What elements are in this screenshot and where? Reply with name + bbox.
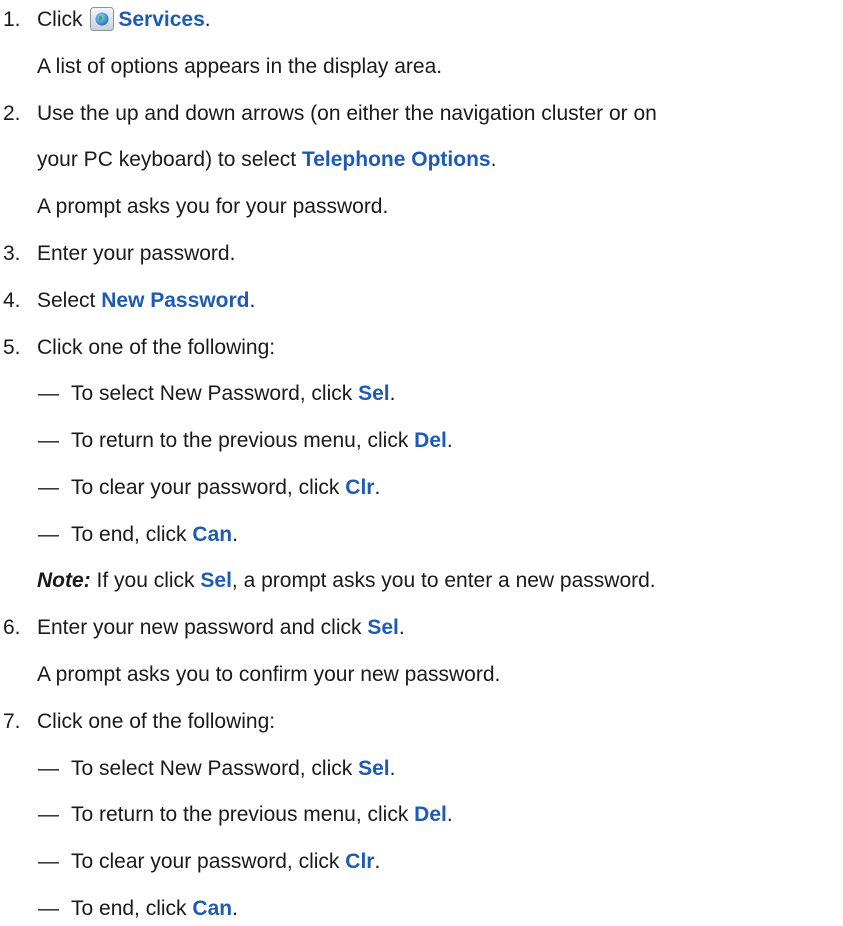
services-link[interactable]: Services [118,8,204,31]
option-text: To end, click [71,523,187,546]
step-4: 4. Select New Password. [0,288,843,314]
step-1: 1. Click Services. [0,7,843,33]
new-password-link[interactable]: New Password [101,289,249,312]
step-number: 4. [3,289,21,312]
step-7-option-3: — To clear your password, click Clr. [38,849,380,875]
option-text: To end, click [71,897,187,920]
del-link[interactable]: Del [414,803,447,826]
step-7-option-4: — To end, click Can. [38,896,238,922]
sel-link[interactable]: Sel [358,382,390,405]
punctuation: . [490,148,497,171]
clr-link[interactable]: Clr [345,850,374,873]
step-number: 6. [3,616,21,639]
bullet-dash: — [38,429,59,452]
option-text: To select New Password, click [71,757,353,780]
step-number: 2. [3,102,21,125]
sel-link[interactable]: Sel [367,616,399,639]
step-text: your PC keyboard) to select [37,148,297,171]
step-7: 7. Click one of the following: [0,709,843,735]
step-text: Enter your password. [37,242,236,265]
step-number: 7. [3,710,21,733]
sel-link[interactable]: Sel [200,569,232,592]
step-5-option-3: — To clear your password, click Clr. [38,475,380,501]
telephone-options-link[interactable]: Telephone Options [302,148,491,171]
bullet-dash: — [38,897,59,920]
punctuation: . [398,616,405,639]
note-text: If you click [96,569,195,592]
bullet-dash: — [38,803,59,826]
option-text: To clear your password, click [71,850,340,873]
step-2-line-2: your PC keyboard) to select Telephone Op… [37,147,496,173]
note-text-end: , a prompt asks you to enter a new passw… [231,569,656,592]
option-text: To return to the previous menu, click [71,803,409,826]
option-text: To return to the previous menu, click [71,429,409,452]
step-5-option-1: — To select New Password, click Sel. [38,381,395,407]
punctuation: . [446,803,453,826]
can-link[interactable]: Can [192,897,232,920]
globe-icon [90,7,115,31]
step-3: 3. Enter your password. [0,241,843,267]
step-7-option-2: — To return to the previous menu, click D… [38,802,453,828]
step-2-result: A prompt asks you for your password. [37,195,389,218]
sel-link[interactable]: Sel [358,757,390,780]
punctuation: . [232,523,238,546]
step-5-option-2: — To return to the previous menu, click D… [38,428,453,454]
bullet-dash: — [38,757,59,780]
bullet-dash: — [38,850,59,873]
punctuation: . [389,757,396,780]
punctuation: . [446,429,453,452]
step-5-option-4: — To end, click Can. [38,522,238,548]
del-link[interactable]: Del [414,429,447,452]
step-number: 5. [3,336,21,359]
note: Note: If you click Sel, a prompt asks yo… [37,568,656,594]
instruction-document: 1. Click Services. A list of options app… [0,0,843,926]
punctuation: . [374,476,381,499]
step-text: Enter your new password and click [37,616,362,639]
punctuation: . [249,289,256,312]
step-text: Use the up and down arrows (on either th… [37,102,657,125]
step-6-result: A prompt asks you to confirm your new pa… [37,663,501,686]
punctuation: . [389,382,396,405]
option-text: To select New Password, click [71,382,353,405]
step-7-option-1: — To select New Password, click Sel. [38,756,395,782]
bullet-dash: — [38,382,59,405]
clr-link[interactable]: Clr [345,476,374,499]
punctuation: . [232,897,238,920]
step-number: 3. [3,242,21,265]
step-1-result: A list of options appears in the display… [37,55,443,78]
can-link[interactable]: Can [192,523,232,546]
punctuation: . [374,850,381,873]
punctuation: . [204,8,211,31]
note-label: Note: [37,569,91,592]
bullet-dash: — [38,476,59,499]
step-text: Select [37,289,96,312]
option-text: To clear your password, click [71,476,340,499]
step-5: 5. Click one of the following: [0,335,843,361]
step-6: 6. Enter your new password and click Sel… [0,615,843,641]
step-text: Click one of the following: [37,336,276,359]
step-2: 2. Use the up and down arrows (on either… [0,101,843,127]
step-text: Click one of the following: [37,710,276,733]
step-number: 1. [3,8,21,31]
step-text: Click [37,8,83,31]
bullet-dash: — [38,523,59,546]
